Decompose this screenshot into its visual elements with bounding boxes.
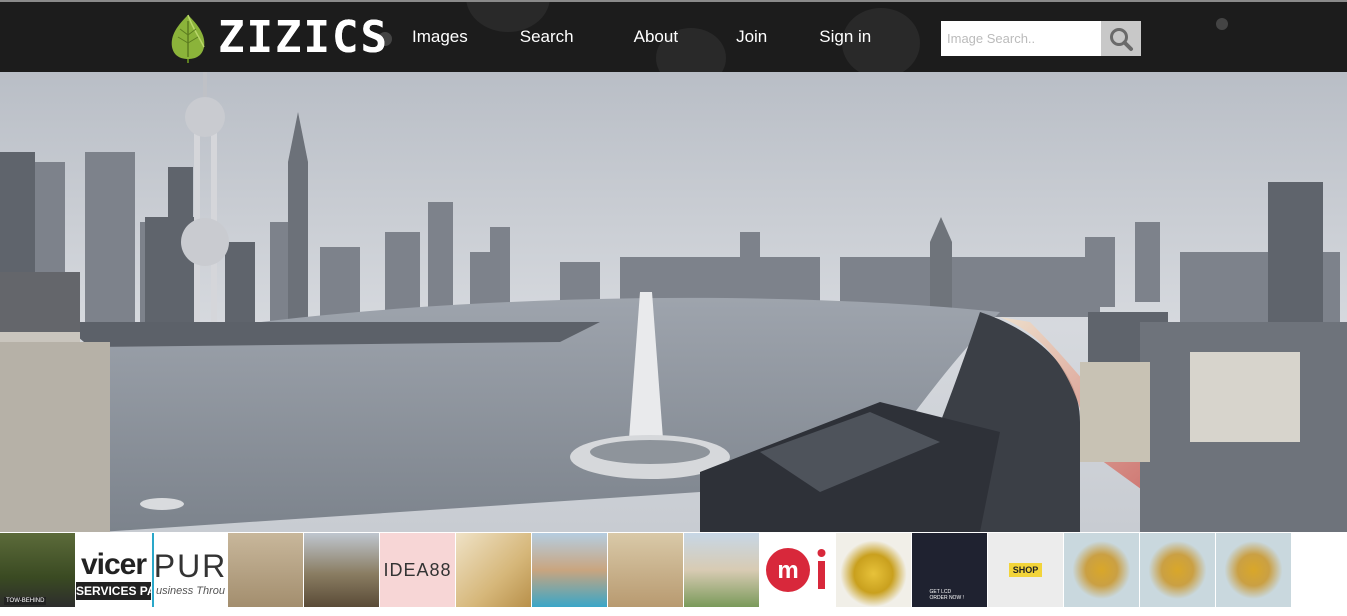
thumbnail[interactable]	[1140, 533, 1215, 607]
search-button[interactable]	[1101, 21, 1141, 56]
thumbnail-caption: TOW-BEHIND	[4, 597, 47, 605]
search-form	[941, 21, 1141, 56]
thumbnail[interactable]	[228, 533, 303, 607]
leaf-icon	[171, 14, 205, 63]
thumbnail-strip: TOW-BEHIND vicer SERVICES PA PUR usiness…	[0, 533, 1292, 607]
top-navbar: ZIZICS Images Search About Join Sign in	[0, 0, 1347, 72]
thumbnail-subcaption: SERVICES PA	[76, 582, 151, 600]
thumbnail[interactable]: SHOP	[988, 533, 1063, 607]
thumbnail-caption: PUR	[153, 547, 227, 584]
thumbnail[interactable]	[684, 533, 759, 607]
thumbnail[interactable]	[532, 533, 607, 607]
nav-sign-in[interactable]: Sign in	[819, 27, 871, 47]
nav-about[interactable]: About	[634, 27, 678, 47]
mi-logo-icon: m	[765, 548, 825, 592]
main-nav: Images Search About Join Sign in	[412, 2, 871, 72]
thumbnail[interactable]	[836, 533, 911, 607]
thumbnail-caption: SHOP	[1008, 563, 1043, 577]
thumbnail[interactable]	[1216, 533, 1291, 607]
thumbnail[interactable]: m	[760, 533, 835, 607]
thumbnail[interactable]	[608, 533, 683, 607]
skyline-illustration	[0, 72, 1347, 532]
thumbnail[interactable]: PUR usiness Throu	[152, 533, 227, 607]
thumbnail[interactable]	[1064, 533, 1139, 607]
thumbnail[interactable]: vicer SERVICES PA	[76, 533, 151, 607]
thumbnail[interactable]	[456, 533, 531, 607]
logo-text: ZIZICS	[218, 12, 389, 63]
magnifier-icon	[1110, 27, 1133, 51]
nav-search[interactable]: Search	[520, 27, 574, 47]
thumbnail[interactable]: GET LCD ORDER NOW !	[912, 533, 987, 607]
thumbnail[interactable]	[304, 533, 379, 607]
thumbnail-caption: GET LCD ORDER NOW !	[929, 589, 964, 601]
nav-join[interactable]: Join	[736, 27, 767, 47]
nav-images[interactable]: Images	[412, 27, 468, 47]
thumbnail[interactable]: TOW-BEHIND	[0, 533, 75, 607]
search-input[interactable]	[941, 21, 1101, 56]
hero-image	[0, 72, 1347, 532]
thumbnail-caption: IDEA88	[383, 559, 452, 580]
thumbnail-caption: vicer	[80, 548, 147, 581]
thumbnail-subcaption: usiness Throu	[155, 584, 226, 597]
site-logo[interactable]: ZIZICS	[168, 10, 389, 66]
svg-text:m: m	[777, 557, 798, 584]
thumbnail[interactable]: IDEA88	[380, 533, 455, 607]
